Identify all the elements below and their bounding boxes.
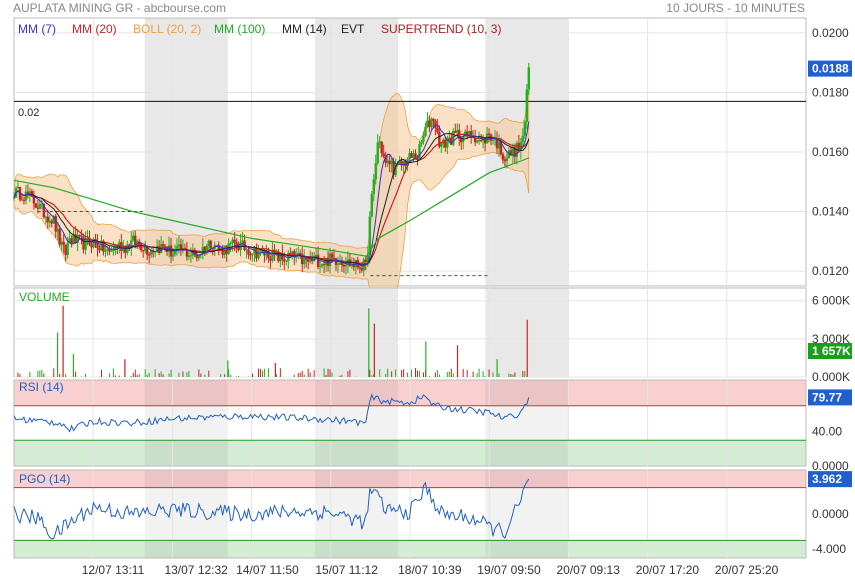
price-candle <box>12 197 16 199</box>
price-candle <box>38 204 42 209</box>
price-candle <box>34 203 38 208</box>
legend-item: MM (14) <box>282 22 327 36</box>
price-candle <box>521 135 525 143</box>
volume-panel: 6 000K3 000K0.000K1 657K <box>13 287 852 384</box>
price-ytick-label: 0.0200 <box>812 26 849 40</box>
pgo-last-value: 3.962 <box>812 472 842 486</box>
price-candle <box>62 241 65 245</box>
price-candle <box>491 139 495 141</box>
legend-item: BOLL (20, 2) <box>133 22 201 36</box>
rsi-ytick-label: 0.0000 <box>812 459 849 473</box>
legend-item: MM (7) <box>18 22 56 36</box>
price-last-value: 0.0188 <box>812 62 849 76</box>
volume-ytick-label: 6 000K <box>812 294 850 308</box>
pgo-panel-title: PGO (14) <box>19 472 70 486</box>
price-candle <box>84 238 87 250</box>
volume-session-shade <box>144 288 228 377</box>
rsi-panel-title: RSI (14) <box>19 380 64 394</box>
price-candle <box>330 253 334 258</box>
price-candle <box>318 265 322 268</box>
price-candle <box>432 118 435 121</box>
x-tick-label: 20/07 17:20 <box>636 563 700 577</box>
rsi-last-value: 79.77 <box>812 390 842 404</box>
price-candle <box>78 234 81 237</box>
price-candle <box>376 142 379 164</box>
x-tick-label: 18/07 10:39 <box>398 563 462 577</box>
volume-ytick-label: 0.000K <box>812 370 850 384</box>
volume-last-value: 1 657K <box>812 344 851 358</box>
price-candle <box>436 127 439 133</box>
price-candle <box>66 243 69 256</box>
bollinger-band <box>13 86 530 334</box>
price-candle <box>251 253 254 255</box>
price-candle <box>285 260 288 262</box>
price-ytick-label: 0.0120 <box>812 264 849 278</box>
price-panel: 0.0200 0.0180 0.0160 0.0140 0.0120 0.0188 <box>12 17 852 334</box>
price-candle <box>525 89 529 122</box>
price-candle <box>422 135 425 142</box>
price-candle <box>420 141 423 145</box>
price-candle <box>382 153 385 157</box>
pgo-ytick-label: 0.0000 <box>812 507 849 521</box>
chart-svg: AUPLATA MINING GR - abcbourse.com 10 JOU… <box>12 1 852 577</box>
legend-item: MM (20) <box>72 22 117 36</box>
price-candle <box>424 126 427 136</box>
legend-item: SUPERTREND (10, 3) <box>381 22 501 36</box>
chart-root: AUPLATA MINING GR - abcbourse.com 10 JOU… <box>0 0 855 580</box>
price-candle <box>370 194 373 217</box>
price-candle <box>316 254 320 268</box>
price-candle <box>505 158 509 162</box>
price-candle <box>209 240 212 249</box>
price-candle <box>414 153 417 159</box>
price-candle <box>501 154 505 160</box>
legend-item: EVT <box>341 22 365 36</box>
price-ytick-label: 0.0180 <box>812 85 849 99</box>
price-candle <box>171 254 175 257</box>
price-candle <box>523 121 527 136</box>
price-candle <box>104 250 107 252</box>
x-tick-label: 19/07 09:50 <box>477 563 541 577</box>
price-candle <box>446 142 449 148</box>
x-tick-label: 20/07 09:13 <box>556 563 620 577</box>
chart-title: AUPLATA MINING GR - abcbourse.com <box>13 1 226 15</box>
price-candle <box>487 133 491 135</box>
volume-session-shade <box>314 288 399 377</box>
price-candle <box>205 245 209 252</box>
price-candle <box>440 143 443 147</box>
price-ytick-label: 0.0160 <box>812 145 849 159</box>
price-candle <box>112 249 115 251</box>
volume-panel-title: VOLUME <box>19 290 70 304</box>
x-tick-label: 15/07 11:12 <box>315 563 378 577</box>
x-tick-label: 12/07 13:11 <box>82 563 145 577</box>
price-candle <box>233 239 236 243</box>
price-candle <box>336 264 340 266</box>
x-tick-label: 20/07 25:20 <box>715 563 779 577</box>
rsi-ytick-label: 40.00 <box>812 425 842 439</box>
price-ytick-label: 0.0140 <box>812 205 849 219</box>
price-candle <box>380 141 383 154</box>
price-candle <box>80 236 83 238</box>
pgo-session-shade <box>485 470 569 558</box>
price-candle <box>374 163 377 180</box>
x-axis: 12/07 13:11 13/07 12:32 14/07 11:50 15/07 1… <box>82 563 779 577</box>
rsi-panel: 40.00 0.0000 79.77 <box>13 379 852 473</box>
price-candle <box>257 253 260 259</box>
reference-line-label: 0.02 <box>18 107 39 119</box>
price-candle <box>161 244 165 247</box>
price-legend: MM (7) MM (20) BOLL (20, 2) MM (100) MM (14)… <box>18 22 501 36</box>
legend-item: MM (100) <box>214 22 265 36</box>
price-candle <box>189 255 193 257</box>
price-candle <box>344 265 348 267</box>
pgo-ytick-label: -4.000 <box>812 542 846 556</box>
rsi-session-shade <box>485 380 569 466</box>
pgo-panel: 0.0000 -4.000 3.962 <box>13 469 852 559</box>
price-candle <box>229 243 232 245</box>
chart-period: 10 JOURS - 10 MINUTES <box>666 1 805 15</box>
price-candle <box>247 249 250 255</box>
x-tick-label: 14/07 11:50 <box>236 563 299 577</box>
price-candle <box>527 67 530 90</box>
price-candle <box>372 179 375 195</box>
x-tick-label: 13/07 12:32 <box>164 563 228 577</box>
